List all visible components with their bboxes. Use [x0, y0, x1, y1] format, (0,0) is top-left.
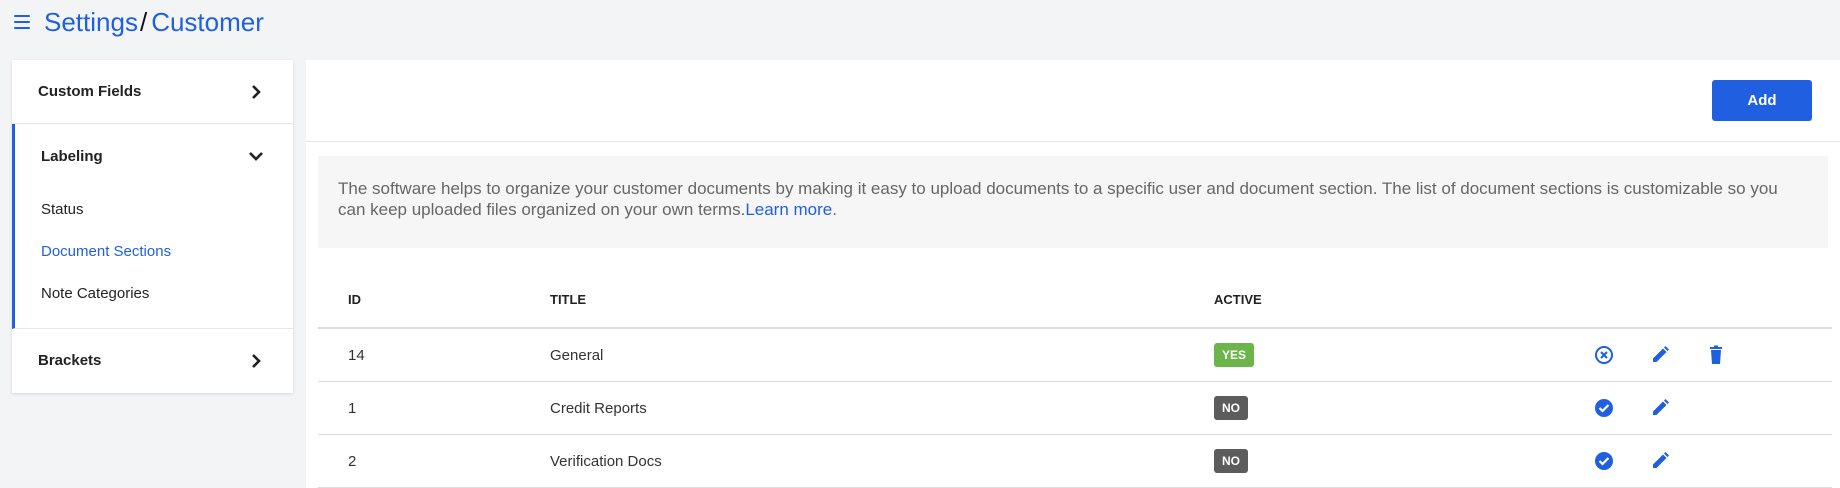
- info-box: The software helps to organize your cust…: [318, 156, 1828, 248]
- page-header: Settings / Customer: [0, 0, 1840, 44]
- breadcrumb-customer[interactable]: Customer: [151, 7, 264, 38]
- document-sections-table: ID TITLE ACTIVE 14 General YES 1 Credit …: [318, 272, 1832, 488]
- edit-icon[interactable]: [1650, 398, 1670, 418]
- deactivate-icon[interactable]: [1594, 345, 1614, 365]
- sidebar-item-status[interactable]: Status: [15, 188, 293, 230]
- table-row: 14 General YES: [318, 329, 1832, 382]
- sidebar-item-brackets[interactable]: Brackets: [12, 329, 293, 392]
- column-header-id[interactable]: ID: [318, 292, 550, 307]
- row-id: 14: [348, 346, 365, 364]
- sidebar-item-document-sections[interactable]: Document Sections: [15, 230, 293, 272]
- add-button[interactable]: Add: [1712, 80, 1812, 121]
- sidebar-item-labeling[interactable]: Labeling: [15, 124, 293, 188]
- chevron-right-icon: [252, 84, 261, 99]
- row-title: Credit Reports: [550, 399, 647, 417]
- row-title: General: [550, 346, 604, 364]
- table-row: 2 Verification Docs NO: [318, 435, 1832, 488]
- delete-icon[interactable]: [1706, 345, 1726, 365]
- info-text: The software helps to organize your cust…: [338, 179, 1778, 219]
- activate-icon[interactable]: [1594, 451, 1614, 471]
- edit-icon[interactable]: [1650, 451, 1670, 471]
- edit-icon[interactable]: [1650, 345, 1670, 365]
- row-id: 2: [348, 452, 357, 470]
- sidebar-item-label: Custom Fields: [38, 83, 142, 100]
- breadcrumb-settings[interactable]: Settings: [44, 7, 138, 38]
- info-suffix: .: [832, 200, 837, 219]
- table-header: ID TITLE ACTIVE: [318, 272, 1832, 329]
- toolbar: Add: [306, 60, 1840, 142]
- row-id: 1: [348, 399, 357, 417]
- column-header-active[interactable]: ACTIVE: [1214, 292, 1594, 307]
- table-row: 1 Credit Reports NO: [318, 382, 1832, 435]
- status-badge: NO: [1214, 396, 1248, 420]
- chevron-right-icon: [252, 353, 261, 368]
- sidebar-group-labeling: Labeling Status Document Sections Note C…: [12, 124, 293, 329]
- sidebar-item-custom-fields[interactable]: Custom Fields: [12, 60, 293, 124]
- learn-more-link[interactable]: Learn more: [745, 200, 832, 219]
- row-title: Verification Docs: [550, 452, 662, 470]
- sidebar-item-label: Labeling: [41, 147, 103, 165]
- status-badge: YES: [1214, 343, 1255, 367]
- sidebar-item-note-categories[interactable]: Note Categories: [15, 272, 293, 314]
- sidebar-item-label: Brackets: [38, 352, 102, 369]
- breadcrumb-separator: /: [139, 6, 148, 37]
- main-panel: Add The software helps to organize your …: [306, 60, 1840, 488]
- hamburger-icon[interactable]: [14, 15, 30, 29]
- settings-sidebar: Custom Fields Labeling Status Document S…: [12, 60, 293, 393]
- column-header-title[interactable]: TITLE: [550, 292, 1214, 307]
- activate-icon[interactable]: [1594, 398, 1614, 418]
- status-badge: NO: [1214, 449, 1248, 473]
- chevron-down-icon: [249, 152, 263, 161]
